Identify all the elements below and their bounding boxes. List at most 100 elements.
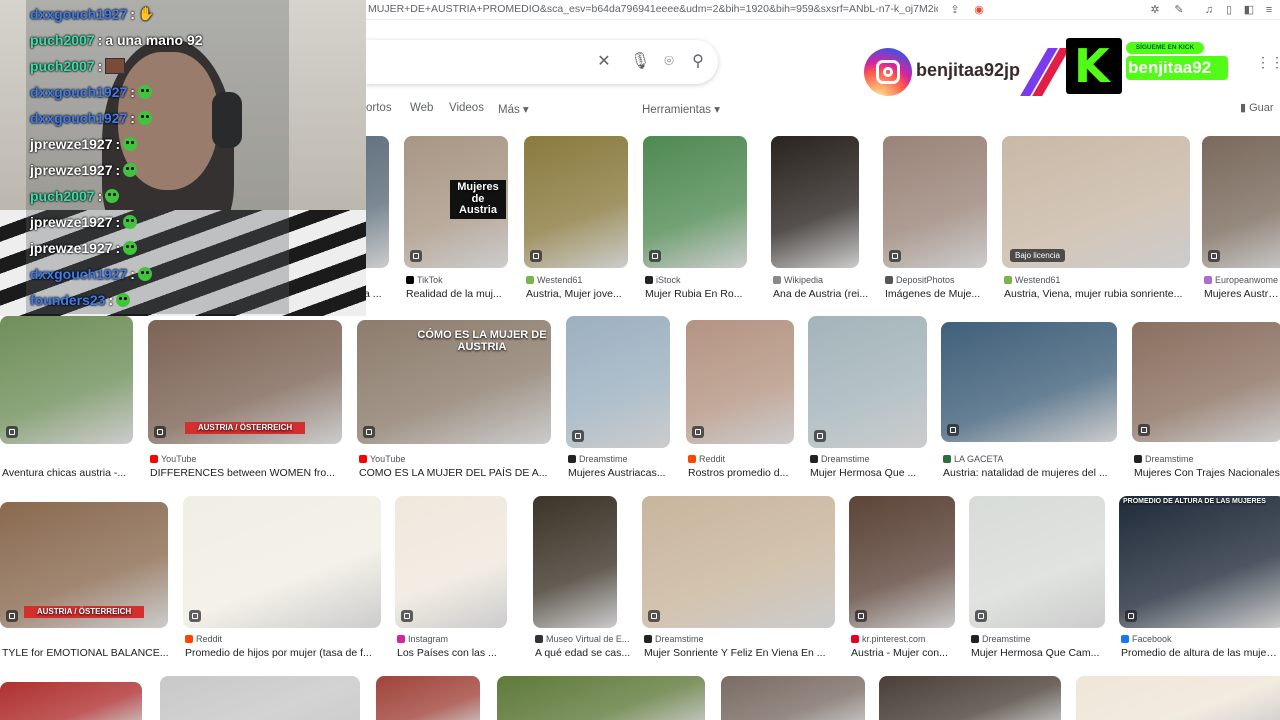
tools-button[interactable]: Herramientas ▾ bbox=[642, 102, 720, 116]
image-result[interactable] bbox=[566, 316, 670, 448]
image-caption[interactable]: Austria: natalidad de mujeres del ... bbox=[943, 467, 1133, 479]
lens-icon[interactable]: ⌾ bbox=[659, 52, 679, 72]
image-type-icon bbox=[692, 426, 704, 438]
image-result[interactable] bbox=[0, 316, 133, 444]
image-source[interactable]: Europeanwome bbox=[1204, 275, 1280, 285]
image-result[interactable] bbox=[808, 316, 927, 448]
image-result[interactable]: CÓMO ES LA MUJER DE AUSTRIA bbox=[357, 320, 551, 444]
chat-separator: : bbox=[130, 110, 135, 126]
image-source[interactable]: Facebook bbox=[1121, 634, 1280, 644]
reading-list-icon[interactable]: ▯ bbox=[1222, 3, 1236, 17]
image-caption[interactable]: Mujer Hermosa Que Cam... bbox=[971, 647, 1121, 659]
search-icon[interactable]: ⚲ bbox=[688, 52, 708, 72]
image-result[interactable] bbox=[721, 676, 865, 720]
image-caption[interactable]: DIFFERENCES between WOMEN fro... bbox=[150, 467, 358, 479]
image-result[interactable] bbox=[524, 136, 628, 268]
image-caption[interactable]: Mujeres Con Trajes Nacionales bbox=[1134, 467, 1280, 479]
image-source[interactable]: Wikipedia bbox=[773, 275, 871, 285]
image-result[interactable]: Mujeres de Austria bbox=[404, 136, 508, 268]
extensions-icon[interactable]: ✲ bbox=[1148, 3, 1162, 17]
image-caption[interactable]: Mujeres Austriacas... bbox=[568, 467, 686, 479]
tab-shopping[interactable]: ortos bbox=[366, 102, 392, 114]
image-caption[interactable]: Aventura chicas austria -... bbox=[2, 467, 149, 479]
image-result[interactable] bbox=[160, 676, 360, 720]
image-result[interactable] bbox=[183, 496, 381, 628]
image-source[interactable]: LA GACETA bbox=[943, 454, 1129, 464]
image-caption[interactable]: Austria, Mujer jove... bbox=[526, 288, 644, 300]
music-icon[interactable]: ♫ bbox=[1202, 3, 1216, 17]
image-result[interactable] bbox=[643, 136, 747, 268]
brave-shield-icon[interactable]: ◉ bbox=[972, 3, 986, 17]
image-caption[interactable]: Promedio de altura de las mujeres bbox=[1121, 647, 1280, 659]
image-source[interactable]: iStock bbox=[645, 275, 759, 285]
image-caption[interactable]: Ana de Austria (rei... bbox=[773, 288, 875, 300]
image-result[interactable] bbox=[1076, 676, 1280, 720]
image-result[interactable] bbox=[941, 322, 1117, 442]
menu-icon[interactable]: ≡ bbox=[1262, 3, 1276, 17]
image-result[interactable] bbox=[376, 676, 480, 720]
sidebar-icon[interactable]: ◧ bbox=[1242, 3, 1256, 17]
share-icon[interactable]: ⇪ bbox=[948, 3, 962, 17]
favicon-icon bbox=[359, 455, 367, 463]
image-source[interactable]: DepositPhotos bbox=[885, 275, 999, 285]
image-source[interactable]: Reddit bbox=[185, 634, 393, 644]
image-source[interactable]: Dreamstime bbox=[971, 634, 1117, 644]
image-result[interactable] bbox=[879, 676, 1061, 720]
image-caption[interactable]: Imágenes de Muje... bbox=[885, 288, 1003, 300]
image-result[interactable] bbox=[642, 496, 835, 628]
image-caption[interactable]: Mujeres Austriac bbox=[1204, 288, 1280, 300]
image-result[interactable]: Bajo licencia bbox=[1002, 136, 1190, 268]
tab-more[interactable]: Más ▾ bbox=[498, 102, 529, 116]
image-source[interactable]: Reddit bbox=[688, 454, 806, 464]
microphone-icon[interactable]: 🎙 bbox=[630, 52, 650, 72]
image-result[interactable]: AUSTRIA / ÖSTERREICH bbox=[0, 502, 168, 628]
image-caption[interactable]: Realidad de la muj... bbox=[406, 288, 524, 300]
apps-grid-icon[interactable]: ⋮⋮ bbox=[1256, 54, 1280, 70]
image-source[interactable]: YouTube bbox=[359, 454, 563, 464]
image-caption[interactable]: Austria, Viena, mujer rubia sonriente... bbox=[1004, 288, 1206, 300]
image-caption[interactable]: Austria - Mujer con... bbox=[851, 647, 971, 659]
image-source[interactable]: Westend61 bbox=[1004, 275, 1202, 285]
image-caption[interactable]: Los Países con las ... bbox=[397, 647, 523, 659]
image-source[interactable]: TikTok bbox=[406, 275, 520, 285]
image-source[interactable]: Westend61 bbox=[526, 275, 640, 285]
image-result[interactable]: AUSTRIA / ÖSTERREICH bbox=[148, 320, 342, 444]
image-result[interactable] bbox=[969, 496, 1105, 628]
image-caption[interactable]: Rostros promedio d... bbox=[688, 467, 810, 479]
image-caption[interactable]: TYLE for EMOTIONAL BALANCE... bbox=[2, 647, 184, 659]
image-result[interactable] bbox=[849, 496, 955, 628]
image-caption[interactable]: Promedio de hijos por mujer (tasa de f..… bbox=[185, 647, 397, 659]
image-caption[interactable]: Mujer Rubia En Ro... bbox=[645, 288, 763, 300]
image-caption[interactable]: COMO ES LA MUJER DEL PAÍS DE A... bbox=[359, 467, 567, 479]
image-caption[interactable]: Mujer Sonriente Y Feliz En Viena En ... bbox=[644, 647, 851, 659]
save-button[interactable]: ▮ Guar bbox=[1240, 101, 1274, 114]
image-result[interactable] bbox=[0, 682, 142, 720]
image-result[interactable]: PROMEDIO DE ALTURA DE LAS MUJERES bbox=[1119, 496, 1280, 628]
image-caption[interactable]: Mujer Hermosa Que ... bbox=[810, 467, 943, 479]
image-caption[interactable]: A qué edad se cas... bbox=[535, 647, 633, 659]
image-source[interactable]: Dreamstime bbox=[810, 454, 939, 464]
image-source[interactable]: Dreamstime bbox=[568, 454, 682, 464]
image-result[interactable] bbox=[395, 496, 507, 628]
address-bar[interactable]: MUJER+DE+AUSTRIA+PROMEDIO&sca_esv=b64da7… bbox=[368, 3, 938, 15]
clear-icon[interactable]: ✕ bbox=[594, 52, 614, 72]
image-result[interactable] bbox=[771, 136, 859, 268]
tab-web[interactable]: Web bbox=[410, 102, 433, 114]
image-source[interactable]: YouTube bbox=[150, 454, 354, 464]
image-result[interactable] bbox=[883, 136, 987, 268]
chat-separator: : bbox=[108, 292, 114, 308]
edit-icon[interactable]: ✎ bbox=[1172, 3, 1186, 17]
image-result[interactable] bbox=[533, 496, 617, 628]
search-box[interactable]: ✕ 🎙 ⌾ ⚲ bbox=[366, 40, 718, 84]
image-source[interactable]: Museo Virtual de E... bbox=[535, 634, 629, 644]
image-source[interactable]: Instagram bbox=[397, 634, 519, 644]
image-result[interactable] bbox=[497, 676, 705, 720]
image-source[interactable]: Dreamstime bbox=[644, 634, 847, 644]
tab-videos[interactable]: Videos bbox=[449, 102, 484, 114]
image-thumbnail bbox=[771, 136, 859, 268]
image-result[interactable] bbox=[1202, 136, 1280, 268]
image-source[interactable]: kr.pinterest.com bbox=[851, 634, 967, 644]
image-source[interactable]: Dreamstime bbox=[1134, 454, 1280, 464]
image-result[interactable] bbox=[1132, 322, 1280, 442]
image-result[interactable] bbox=[686, 320, 794, 444]
